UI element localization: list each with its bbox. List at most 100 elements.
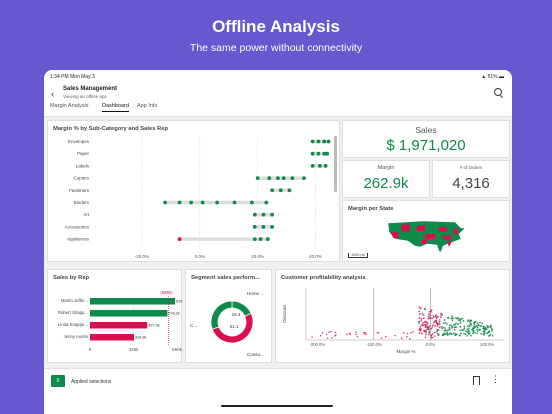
scatter-point bbox=[380, 337, 383, 339]
scatter-point bbox=[471, 328, 474, 331]
scatter-point bbox=[467, 319, 470, 321]
data-point bbox=[270, 225, 275, 229]
scatter-point bbox=[486, 332, 489, 335]
orders-value: 4,316 bbox=[452, 175, 490, 192]
data-point bbox=[302, 176, 306, 180]
scatter-point bbox=[455, 322, 457, 325]
scatter-point bbox=[483, 332, 486, 334]
scatter-point bbox=[432, 314, 435, 317]
tab-margin-analysis[interactable]: Margin Analysis bbox=[50, 103, 89, 111]
scatter-point bbox=[455, 333, 458, 336]
x-tick-label: 40.0% bbox=[309, 254, 322, 259]
scatter-point bbox=[457, 323, 459, 326]
profitability-panel[interactable]: Customer profitability analysis -200.0% -… bbox=[275, 269, 510, 363]
scatter-point bbox=[434, 325, 436, 327]
scatter-point bbox=[410, 331, 412, 334]
scatter-point bbox=[424, 308, 427, 311]
bookmark-icon[interactable] bbox=[473, 376, 480, 385]
scatter-point bbox=[451, 319, 454, 322]
scatter-point bbox=[452, 332, 455, 335]
y-axis-label: Discount bbox=[282, 305, 287, 323]
category-label: Labels bbox=[76, 163, 90, 168]
scatter-point bbox=[325, 333, 328, 336]
margin-chart-panel[interactable]: Margin % by Sub-Category and Sales Rep -… bbox=[47, 120, 340, 262]
category-label: Paper bbox=[77, 151, 90, 156]
scatter-point bbox=[427, 317, 430, 320]
category-label: Binders bbox=[74, 200, 90, 205]
scatter-point bbox=[432, 324, 434, 327]
scatter-point bbox=[490, 326, 492, 329]
selections-badge[interactable]: 0 bbox=[51, 375, 65, 387]
scatter-point bbox=[428, 313, 430, 316]
scatter-point bbox=[429, 310, 431, 313]
bar bbox=[90, 298, 176, 305]
back-icon[interactable]: ‹ bbox=[51, 89, 54, 100]
selections-label[interactable]: Applied selections bbox=[71, 379, 111, 385]
scatter-point bbox=[436, 323, 439, 325]
scatter-point bbox=[311, 336, 313, 338]
slice-name-label: Home ... bbox=[247, 291, 264, 296]
scatter-point bbox=[428, 333, 430, 336]
scatter-point bbox=[459, 319, 462, 322]
x-tick-label: 0 bbox=[89, 347, 92, 352]
data-point bbox=[232, 200, 237, 205]
scatter-point bbox=[491, 328, 493, 330]
tab-app-info[interactable]: App Info bbox=[137, 103, 158, 111]
bar-value-label: 328.8k bbox=[135, 336, 147, 340]
margin-value: 262.9k bbox=[363, 175, 409, 192]
slice-name-label: Consu... bbox=[247, 352, 264, 357]
margin-kpi[interactable]: Margin 262.9k bbox=[342, 160, 430, 198]
scatter-point bbox=[329, 330, 332, 333]
scatter-point bbox=[427, 326, 429, 329]
data-point bbox=[189, 200, 194, 205]
sales-by-rep-panel[interactable]: Sales by Rep 0 325k 650k (586k) Martin Jeffe… bbox=[47, 269, 183, 363]
scatter-point bbox=[422, 321, 424, 324]
scatter-point bbox=[406, 332, 409, 335]
data-point bbox=[265, 237, 270, 241]
scatter-point bbox=[482, 325, 485, 328]
scatter-point bbox=[433, 316, 435, 319]
scatter-point bbox=[458, 334, 461, 337]
scatter-point bbox=[394, 334, 396, 337]
segment-panel[interactable]: Segment sales perform... 18.3 51.1 Home ..… bbox=[185, 269, 272, 363]
scatter-point bbox=[451, 327, 453, 329]
scatter-point bbox=[441, 334, 444, 337]
tab-dashboard[interactable]: Dashboard bbox=[102, 103, 129, 112]
category-label: Copiers bbox=[73, 176, 89, 181]
scatter-point bbox=[444, 329, 447, 332]
scatter-point bbox=[466, 325, 469, 328]
data-point bbox=[215, 200, 220, 205]
scatter-point bbox=[490, 324, 492, 327]
orders-kpi[interactable]: # of Orders 4,316 bbox=[432, 160, 510, 198]
sales-value: $ 1,971,020 bbox=[386, 137, 466, 154]
scatter-point bbox=[425, 331, 427, 334]
scatter-point bbox=[424, 325, 427, 328]
more-icon[interactable]: ⋮ bbox=[491, 374, 500, 385]
map-panel[interactable]: Margin per State 1000 mi bbox=[342, 200, 510, 262]
scatter-point bbox=[355, 333, 358, 336]
scatter-point bbox=[423, 330, 426, 333]
slice-value-label: 18.3 bbox=[232, 312, 241, 317]
data-point bbox=[255, 176, 260, 180]
scatter-point bbox=[363, 331, 365, 334]
scatter-point bbox=[418, 310, 421, 313]
scatter-point bbox=[326, 337, 329, 339]
scatter-point bbox=[488, 334, 490, 337]
scatter-point bbox=[436, 330, 438, 333]
scatter-point bbox=[463, 327, 466, 330]
scatter-point bbox=[453, 328, 456, 331]
scatter-point bbox=[425, 329, 428, 331]
data-point bbox=[310, 151, 315, 156]
data-point bbox=[316, 151, 321, 156]
scatter-point bbox=[420, 332, 423, 335]
search-icon[interactable] bbox=[494, 88, 502, 96]
hero-subtitle: The same power without connectivity bbox=[189, 42, 363, 54]
scatter-point bbox=[468, 327, 470, 330]
margin-label: Margin bbox=[377, 165, 395, 171]
scatter-point bbox=[463, 332, 465, 335]
scatter-point bbox=[420, 323, 423, 326]
sales-kpi[interactable]: Sales $ 1,971,020 bbox=[342, 120, 510, 158]
data-point bbox=[267, 176, 272, 180]
scatter-point bbox=[473, 321, 476, 324]
scatter-point bbox=[430, 334, 433, 337]
